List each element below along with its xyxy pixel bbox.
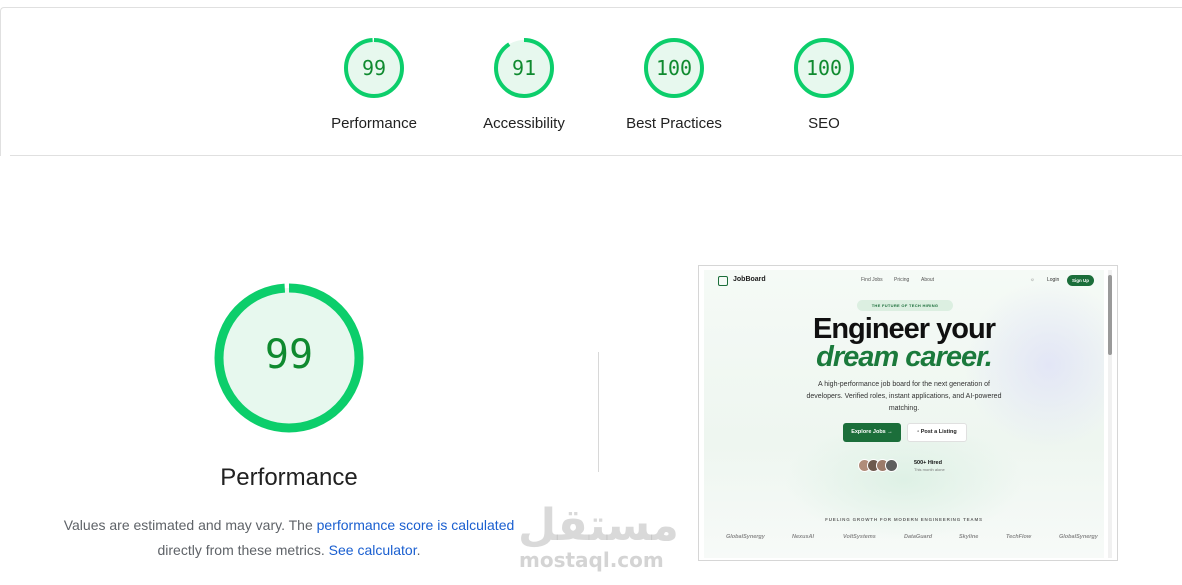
post-listing-button: ▫ Post a Listing xyxy=(907,423,967,442)
watermark-logo: مستقل xyxy=(518,500,679,551)
brand-logo: GlobalSynergy xyxy=(726,534,765,540)
performance-description: Values are estimated and may vary. The p… xyxy=(40,513,538,563)
tagline-pill-text: THE FUTURE OF TECH HIRING xyxy=(871,303,939,308)
avatar xyxy=(885,459,898,472)
watermark-text: mostaql.com xyxy=(519,548,664,572)
nav-pricing: Pricing xyxy=(894,277,910,283)
gauge-label: Performance xyxy=(331,115,417,132)
gauge-score: 91 xyxy=(511,56,537,80)
nav-find-jobs: Find Jobs xyxy=(861,277,883,283)
desc-text: . xyxy=(416,542,421,558)
performance-score-link[interactable]: performance score is calculated xyxy=(317,517,515,533)
final-screenshot[interactable]: JobBoard Find Jobs Pricing About ☼ Login… xyxy=(698,265,1118,561)
brand-logo: DataGuard xyxy=(904,534,933,540)
gauge-score: 99 xyxy=(361,56,387,80)
hired-count: 500+ Hired xyxy=(914,460,942,466)
hired-caption: This month alone xyxy=(914,467,945,472)
post-listing-label: Post a Listing xyxy=(920,429,957,435)
gauge-label: Best Practices xyxy=(626,115,722,132)
gauge-label: Accessibility xyxy=(483,115,565,132)
hero-headline-accent: dream career. xyxy=(816,341,993,373)
fueling-heading: FUELING GROWTH FOR MODERN ENGINEERING TE… xyxy=(825,517,983,522)
screenshot-scrollbar[interactable] xyxy=(1108,270,1112,558)
explore-jobs-button: Explore Jobs → xyxy=(843,423,901,442)
logo-icon xyxy=(718,276,728,286)
score-gauges: 99 Performance 91 Accessibility 100 Best… xyxy=(0,37,1182,147)
login-link: Login xyxy=(1047,277,1060,283)
performance-score-large: 99 xyxy=(264,332,314,378)
hero-subtitle: A high-performance job board for the nex… xyxy=(806,381,1002,412)
performance-title: Performance xyxy=(220,464,358,491)
brand-logo: NexusAI xyxy=(792,534,815,540)
theme-toggle-icon: ☼ xyxy=(1030,277,1035,283)
vertical-divider xyxy=(598,352,599,472)
brand-logo: TechFlow xyxy=(1006,534,1032,540)
site-logo: JobBoard xyxy=(733,276,766,283)
avatar-stack xyxy=(858,459,908,473)
arrow-right-icon: → xyxy=(887,429,893,435)
explore-jobs-label: Explore Jobs xyxy=(851,429,886,435)
gauge-score: 100 xyxy=(655,56,693,80)
nav-about: About xyxy=(921,277,935,283)
screenshot-page: JobBoard Find Jobs Pricing About ☼ Login… xyxy=(704,270,1104,558)
tagline-pill: THE FUTURE OF TECH HIRING xyxy=(857,300,953,311)
hero-headline: Engineer your xyxy=(813,313,996,345)
signup-button: Sign Up xyxy=(1067,275,1094,286)
gauge-label: SEO xyxy=(808,115,840,132)
gauge-score: 100 xyxy=(805,56,843,80)
background-blob xyxy=(784,420,1024,540)
summary-divider xyxy=(10,155,1182,156)
brand-logo: VoltSystems xyxy=(843,534,876,540)
see-calculator-link[interactable]: See calculator xyxy=(329,542,417,558)
desc-text: Values are estimated and may vary. The xyxy=(63,517,317,533)
scrollbar-thumb[interactable] xyxy=(1108,275,1112,355)
desc-text: directly from these metrics. xyxy=(157,542,329,558)
brand-logo: GlobalSynergy xyxy=(1059,534,1098,540)
brand-logo: Skyline xyxy=(959,534,979,540)
site-nav: JobBoard Find Jobs Pricing About ☼ Login… xyxy=(704,270,1104,292)
